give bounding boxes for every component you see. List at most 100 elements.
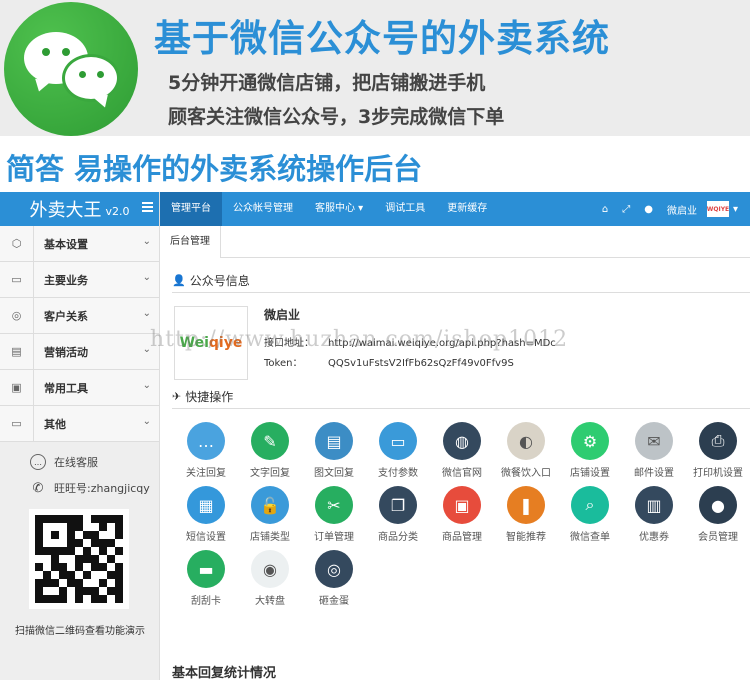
fullscreen-icon[interactable]: ⤢: [622, 204, 630, 215]
online-service-link[interactable]: … 在线客服: [30, 454, 98, 470]
gear-icon: ⚙: [571, 422, 609, 460]
quick-action-label: 店铺设置: [570, 468, 610, 479]
desktop-icon: ▭: [0, 405, 34, 442]
quick-action-label: 商品分类: [378, 532, 418, 543]
divider: [172, 408, 750, 409]
quick-action-label: 微信查单: [570, 532, 610, 543]
chevron-down-icon: ⌄: [142, 308, 151, 319]
quick-action-gear[interactable]: ⚙ 店铺设置: [558, 422, 622, 479]
brand-name: 外卖大王: [29, 200, 102, 221]
quick-action-label: 店铺类型: [250, 532, 290, 543]
card-icon: ▭: [379, 422, 417, 460]
theme-drop-icon[interactable]: ●: [644, 204, 653, 215]
promo-banner: 基于微信公众号的外卖系统 5分钟开通微信店铺，把店铺搬进手机 顾客关注微信公众号…: [0, 0, 750, 136]
quick-action-mail[interactable]: ✉ 邮件设置: [622, 422, 686, 479]
quick-action-tools[interactable]: ✂ 订单管理: [302, 486, 366, 543]
account-info-header: 👤 公众号信息: [172, 274, 250, 288]
admin-app: 外卖大王 v2.0 ⬡ 基本设置 ⌄ ▭ 主要业务 ⌄ ◎ 客户关系 ⌄ ▤ 营…: [0, 192, 750, 680]
quick-action-label: 刮刮卡: [191, 596, 221, 607]
quick-action-label: 优惠券: [639, 532, 669, 543]
quick-action-wheel[interactable]: ◉ 大转盘: [238, 550, 302, 607]
bookmark-icon: ❚: [507, 486, 545, 524]
wechat-logo-icon: [4, 2, 138, 136]
home-icon[interactable]: ⌂: [602, 204, 608, 215]
quick-action-photo[interactable]: ▣ 商品管理: [430, 486, 494, 543]
sidebar-item-tools[interactable]: ▣ 常用工具 ⌄: [0, 369, 159, 406]
navbar-right: ⌂ ⤢ ● 微启业 WQIYE ▾: [588, 192, 738, 226]
chevron-down-icon[interactable]: ▾: [733, 204, 738, 215]
menu-toggle-icon[interactable]: [142, 202, 153, 212]
nav-admin-platform[interactable]: 管理平台: [160, 192, 222, 226]
user-icon: ●: [699, 486, 737, 524]
quick-action-label: 微餐饮入口: [501, 468, 551, 479]
quick-action-label: 智能推荐: [506, 532, 546, 543]
quick-action-user[interactable]: ● 会员管理: [686, 486, 750, 543]
globe-icon: ◍: [443, 422, 481, 460]
cube-icon: ⬡: [0, 225, 34, 262]
quick-action-label: 关注回复: [186, 468, 226, 479]
quick-action-globe[interactable]: ◍ 微信官网: [430, 422, 494, 479]
wheel-icon: ◉: [251, 550, 289, 588]
tab-bar: 后台管理: [160, 226, 750, 258]
quick-action-label: 短信设置: [186, 532, 226, 543]
token-line: Token： QQSv1uFstsV2IfFb62sQzFf49v0Ffv9S: [264, 358, 514, 369]
tab-admin[interactable]: 后台管理: [160, 226, 221, 258]
quick-action-label: 大转盘: [255, 596, 285, 607]
stats-title: 基本回复统计情况: [172, 666, 277, 680]
quick-action-printer[interactable]: ⎙ 打印机设置: [686, 422, 750, 479]
banner-title: 基于微信公众号的外卖系统: [154, 17, 610, 60]
nav-service-center[interactable]: 客服中心 ▾: [304, 192, 374, 226]
quick-action-label: 打印机设置: [693, 468, 743, 479]
nav-refresh-cache[interactable]: 更新缓存: [436, 192, 498, 226]
quick-action-rings[interactable]: ◎ 砸金蛋: [302, 550, 366, 607]
quick-action-label: 邮件设置: [634, 468, 674, 479]
window-icon: ▭: [0, 261, 34, 298]
user-icon: 👤: [172, 274, 186, 287]
sidebar-item-basic-settings[interactable]: ⬡ 基本设置 ⌄: [0, 225, 159, 262]
top-navbar: 管理平台 公众帐号管理 客服中心 ▾ 调试工具 更新缓存 ⌂ ⤢ ● 微启业 W…: [160, 192, 750, 226]
quick-action-browser[interactable]: ▤ 图文回复: [302, 422, 366, 479]
quick-action-note-pencil[interactable]: ✎ 文字回复: [238, 422, 302, 479]
chat-bubble-icon: …: [187, 422, 225, 460]
quick-action-label: 文字回复: [250, 468, 290, 479]
sidebar: 外卖大王 v2.0 ⬡ 基本设置 ⌄ ▭ 主要业务 ⌄ ◎ 客户关系 ⌄ ▤ 营…: [0, 192, 160, 680]
quick-action-bookmark[interactable]: ❚ 智能推荐: [494, 486, 558, 543]
tools-icon: ✂: [315, 486, 353, 524]
sidebar-contact: … 在线客服 ✆ 旺旺号:zhangjicqy 扫描微信二维码查看功能演示: [0, 442, 159, 680]
quick-action-palette[interactable]: ◐ 微餐饮入口: [494, 422, 558, 479]
sidebar-item-customer-relations[interactable]: ◎ 客户关系 ⌄: [0, 297, 159, 334]
quick-action-label: 会员管理: [698, 532, 738, 543]
monitor-icon: ▤: [0, 333, 34, 370]
quick-action-clipboard[interactable]: ▦ 短信设置: [174, 486, 238, 543]
money-icon: ▬: [187, 550, 225, 588]
banner-subtitle-1: 5分钟开通微信店铺，把店铺搬进手机: [168, 72, 486, 94]
nav-debug-tools[interactable]: 调试工具: [374, 192, 436, 226]
sidebar-item-main-business[interactable]: ▭ 主要业务 ⌄: [0, 261, 159, 298]
quick-action-money[interactable]: ▬ 刮刮卡: [174, 550, 238, 607]
qr-code: [29, 509, 129, 609]
main-content: 后台管理 👤 公众号信息 Wei qiye 微启业 接口地址： http://wai…: [160, 226, 750, 680]
clipboard-icon: ▦: [187, 486, 225, 524]
quick-action-layers[interactable]: ❐ 商品分类: [366, 486, 430, 543]
user-name[interactable]: 微启业: [667, 202, 697, 217]
browser-icon: ▤: [315, 422, 353, 460]
chat-bubble-icon: …: [30, 454, 46, 470]
quick-action-search[interactable]: ⌕ 微信查单: [558, 486, 622, 543]
quick-action-lock[interactable]: 🔓 店铺类型: [238, 486, 302, 543]
sidebar-item-other[interactable]: ▭ 其他 ⌄: [0, 405, 159, 442]
quick-action-card[interactable]: ▭ 支付参数: [366, 422, 430, 479]
chevron-down-icon: ⌄: [142, 380, 151, 391]
quick-action-chat-bubble[interactable]: … 关注回复: [174, 422, 238, 479]
plane-icon: ✈: [172, 390, 182, 403]
mail-icon: ✉: [635, 422, 673, 460]
quick-action-label: 支付参数: [378, 468, 418, 479]
sidebar-item-marketing[interactable]: ▤ 营销活动 ⌄: [0, 333, 159, 370]
quick-action-swatch[interactable]: ▥ 优惠券: [622, 486, 686, 543]
quick-actions-header: ✈ 快捷操作: [172, 390, 234, 404]
swatch-icon: ▥: [635, 486, 673, 524]
rings-icon: ◎: [315, 550, 353, 588]
printer-icon: ⎙: [699, 422, 737, 460]
wangwang-contact: ✆ 旺旺号:zhangjicqy: [30, 480, 150, 496]
nav-account-management[interactable]: 公众帐号管理: [222, 192, 304, 226]
user-avatar[interactable]: WQIYE: [707, 201, 729, 217]
